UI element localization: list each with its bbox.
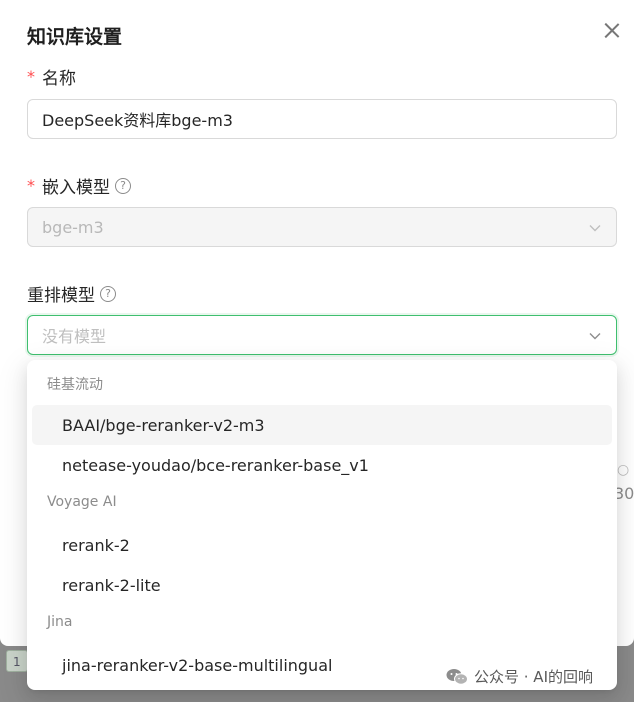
dialog-title: 知识库设置: [27, 26, 123, 48]
question-circle-icon[interactable]: ?: [100, 285, 116, 302]
rerank-model-placeholder: 没有模型: [42, 327, 107, 346]
embedding-model-label-text: 嵌入模型: [42, 178, 110, 198]
embedding-model-select: bge-m3: [27, 207, 617, 247]
required-mark: *: [27, 176, 35, 195]
wechat-icon: [446, 668, 468, 686]
chevron-down-icon: [588, 329, 602, 343]
embedding-model-value: bge-m3: [42, 217, 104, 237]
option-rerank-2-lite[interactable]: rerank-2-lite: [32, 565, 612, 605]
rerank-model-label-text: 重排模型: [27, 286, 95, 306]
group-label-jina: Jina: [47, 614, 73, 630]
watermark: 公众号 · AI的回响: [446, 666, 593, 687]
option-bge-reranker-v2-m3[interactable]: BAAI/bge-reranker-v2-m3: [32, 405, 612, 445]
name-label: * 名称: [27, 64, 76, 89]
embedding-model-label: * 嵌入模型 ?: [27, 173, 131, 198]
option-rerank-2[interactable]: rerank-2: [32, 525, 612, 565]
rerank-model-label: 重排模型 ?: [27, 281, 116, 306]
group-label-siliconflow: 硅基流动: [47, 377, 103, 393]
required-mark: *: [27, 67, 35, 86]
name-input[interactable]: DeepSeek资料库bge-m3: [27, 99, 617, 139]
close-icon[interactable]: [600, 19, 624, 43]
rerank-model-select[interactable]: 没有模型: [27, 315, 617, 355]
background-hint-circle: ○: [617, 462, 630, 478]
rerank-model-dropdown: 硅基流动 BAAI/bge-reranker-v2-m3 netease-you…: [27, 360, 617, 690]
question-circle-icon[interactable]: ?: [115, 177, 131, 194]
option-bce-reranker-base[interactable]: netease-youdao/bce-reranker-base_v1: [32, 445, 612, 485]
backdrop-chip: 1: [6, 650, 28, 672]
name-label-text: 名称: [42, 69, 76, 89]
watermark-text: 公众号 · AI的回响: [474, 668, 593, 686]
group-label-voyage: Voyage AI: [47, 494, 117, 510]
chevron-down-icon: [588, 221, 602, 235]
background-hint-number: 30: [614, 484, 634, 503]
name-input-value: DeepSeek资料库bge-m3: [42, 111, 233, 130]
